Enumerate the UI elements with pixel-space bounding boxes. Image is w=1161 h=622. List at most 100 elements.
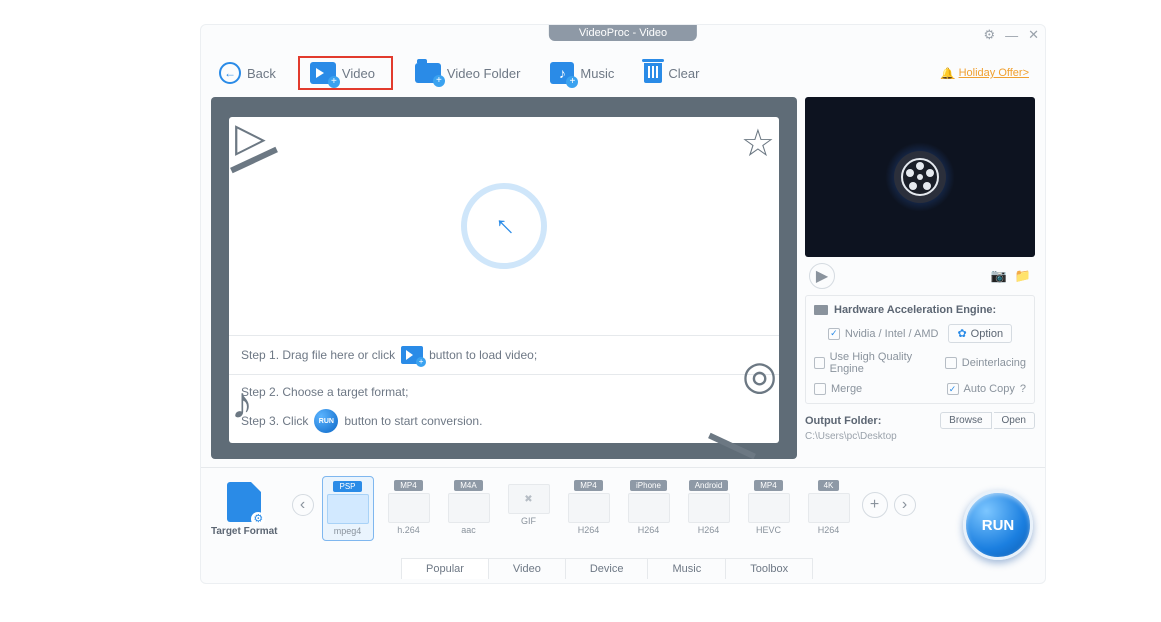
format-thumb-icon	[748, 493, 790, 523]
drop-target[interactable]: ↑	[229, 117, 779, 336]
format-sub: H264	[638, 525, 660, 535]
hq-label: Use High Quality Engine	[830, 351, 933, 375]
gear-icon: ✿	[957, 327, 966, 340]
format-item[interactable]: iPhone H264	[624, 476, 674, 541]
back-label: Back	[247, 66, 276, 81]
clear-button[interactable]: Clear	[636, 59, 707, 87]
format-sub: h.264	[397, 525, 420, 535]
step2: Step 2. Choose a target format;	[241, 385, 408, 399]
right-panel: ▶ 📷 📁 Hardware Acceleration Engine: Nvid…	[805, 97, 1035, 459]
help-icon[interactable]: ?	[1020, 383, 1026, 395]
format-sub: mpeg4	[334, 526, 362, 536]
output-folder-section: Output Folder: Browse Open C:\Users\pc\D…	[805, 412, 1035, 442]
format-item[interactable]: PSPmpeg4	[322, 476, 374, 541]
tab-popular[interactable]: Popular	[401, 558, 489, 579]
tab-toolbox[interactable]: Toolbox	[726, 558, 813, 579]
close-button[interactable]: ✕	[1028, 27, 1039, 43]
play-button[interactable]: ▶	[809, 263, 835, 289]
video-label: Video	[342, 66, 375, 81]
step-3-text: Step 3. Click RUN button to start conver…	[229, 409, 779, 443]
format-thumb-icon: ✖	[508, 484, 550, 514]
format-item[interactable]: ✖ GIF	[504, 476, 554, 541]
add-video-folder-button[interactable]: + Video Folder	[407, 59, 528, 87]
format-thumb-icon	[568, 493, 610, 523]
formats-next-button[interactable]: ›	[894, 494, 916, 516]
music-icon: ♪+	[550, 62, 574, 84]
format-thumb-icon	[628, 493, 670, 523]
format-sub: HEVC	[756, 525, 781, 535]
hq-checkbox[interactable]: Use High Quality Engine	[814, 351, 933, 375]
tab-music[interactable]: Music	[648, 558, 726, 579]
autocopy-label: Auto Copy	[964, 383, 1015, 395]
format-sub: GIF	[521, 516, 536, 526]
format-item[interactable]: MP4 H264	[564, 476, 614, 541]
bg-note-icon: ♪	[231, 379, 253, 429]
format-thumb-icon	[327, 494, 369, 524]
video-folder-label: Video Folder	[447, 66, 520, 81]
run-mini-icon: RUN	[314, 409, 338, 433]
deint-label: Deinterlacing	[962, 357, 1026, 369]
preview-controls: ▶ 📷 📁	[805, 257, 1035, 295]
tab-device[interactable]: Device	[566, 558, 649, 579]
format-badge: 4K	[818, 480, 840, 491]
nvidia-label: Nvidia / Intel / AMD	[845, 328, 939, 340]
format-badge: MP4	[754, 480, 782, 491]
format-item[interactable]: M4Aaac	[444, 476, 494, 541]
format-thumb-icon	[688, 493, 730, 523]
minimize-button[interactable]: —	[1005, 28, 1018, 43]
open-button[interactable]: Open	[994, 412, 1035, 429]
format-tabs: PopularVideoDeviceMusicToolbox	[401, 558, 813, 579]
back-button[interactable]: ← Back	[211, 58, 284, 88]
tab-video[interactable]: Video	[489, 558, 566, 579]
step3b: button to start conversion.	[344, 414, 482, 428]
upload-circle-button[interactable]: ↑	[461, 183, 547, 269]
hw-row-2: Use High Quality Engine Deinterlacing	[814, 351, 1026, 375]
format-badge: MP4	[394, 480, 422, 491]
format-badge: iPhone	[630, 480, 667, 491]
nvidia-checkbox[interactable]: Nvidia / Intel / AMD	[828, 328, 939, 340]
app-window: VideoProc - Video ⚙ — ✕ ← Back + Video +…	[200, 24, 1046, 584]
add-music-button[interactable]: ♪+ Music	[542, 58, 622, 88]
hw-title: Hardware Acceleration Engine:	[814, 304, 1026, 316]
target-format-label: Target Format	[211, 526, 278, 537]
window-title: VideoProc - Video	[549, 25, 697, 41]
merge-label: Merge	[831, 383, 862, 395]
browse-button[interactable]: Browse	[940, 412, 991, 429]
snapshot-icon[interactable]: 📷	[991, 268, 1007, 284]
main-content: ▷ ♪ ☆ ◎ ↑ Step 1. Drag file here or clic…	[201, 97, 1045, 467]
step-1-text: Step 1. Drag file here or click + button…	[229, 336, 779, 375]
open-folder-icon[interactable]: 📁	[1015, 268, 1031, 284]
format-sub: H264	[578, 525, 600, 535]
holiday-offer-link[interactable]: 🔔 Holiday Offer>	[941, 67, 1029, 80]
gear-icon[interactable]: ⚙	[983, 27, 995, 43]
format-sub: H264	[698, 525, 720, 535]
bottom-bar: ⚙ Target Format ‹ PSPmpeg4 MP4 h.264 M4Aaac…	[201, 467, 1045, 583]
format-item[interactable]: Android H264	[684, 476, 734, 541]
output-folder-label: Output Folder:	[805, 415, 881, 427]
deint-checkbox[interactable]: Deinterlacing	[945, 357, 1026, 369]
back-arrow-icon: ←	[219, 62, 241, 84]
format-item[interactable]: MP4 h.264	[384, 476, 434, 541]
formats-prev-button[interactable]: ‹	[292, 494, 314, 516]
merge-checkbox[interactable]: Merge	[814, 383, 862, 395]
format-item[interactable]: MP4 HEVC	[744, 476, 794, 541]
drop-zone-outer: ▷ ♪ ☆ ◎ ↑ Step 1. Drag file here or clic…	[211, 97, 797, 459]
autocopy-checkbox[interactable]: Auto Copy ?	[947, 383, 1027, 395]
video-icon: +	[310, 62, 336, 84]
bg-camera-icon: ◎	[742, 353, 777, 399]
step1a: Step 1. Drag file here or click	[241, 348, 395, 362]
format-item[interactable]: 4KH264	[804, 476, 854, 541]
hw-option-button[interactable]: ✿Option	[948, 324, 1012, 343]
upload-arrow-icon: ↑	[487, 209, 522, 244]
format-badge: Android	[689, 480, 729, 491]
hw-row-3: Merge Auto Copy ?	[814, 383, 1026, 395]
cog-icon: ⚙	[251, 512, 265, 526]
add-video-button[interactable]: + Video	[298, 56, 393, 90]
run-button[interactable]: RUN	[963, 490, 1033, 560]
format-badge: MP4	[574, 480, 602, 491]
logo-reel-icon	[894, 151, 946, 203]
holiday-label: Holiday Offer>	[959, 67, 1029, 79]
clear-label: Clear	[668, 66, 699, 81]
add-format-button[interactable]: +	[862, 492, 888, 518]
target-format-button[interactable]: ⚙ Target Format	[211, 482, 278, 537]
